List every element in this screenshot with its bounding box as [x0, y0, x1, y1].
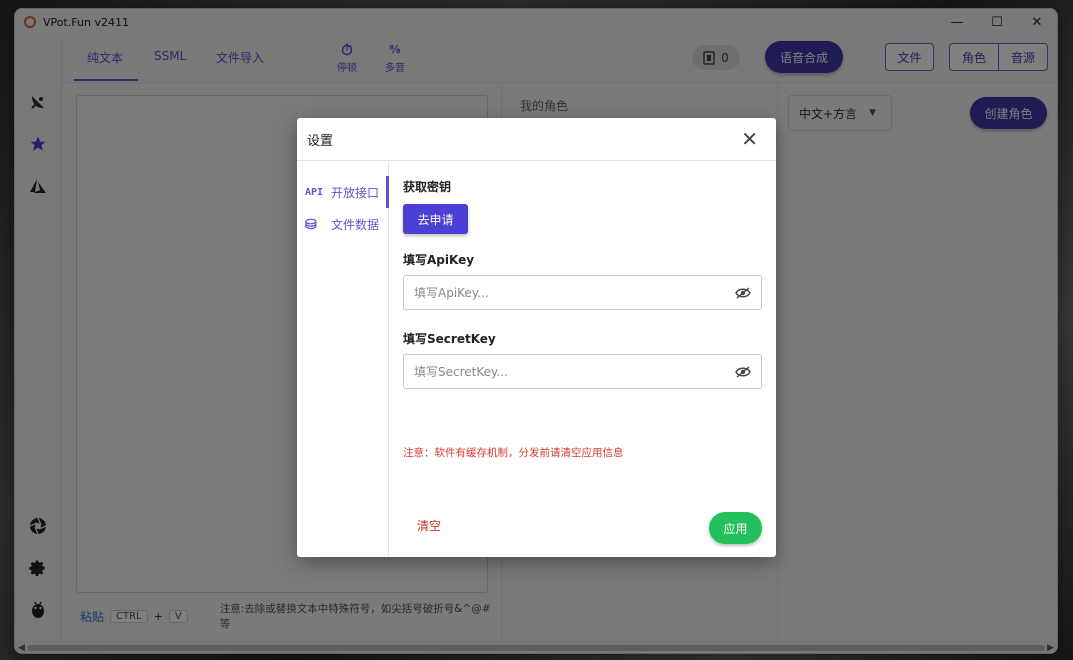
apikey-input[interactable]	[414, 285, 735, 300]
sidebar-item-label: 开放接口	[331, 186, 380, 200]
close-icon[interactable]: ✕	[741, 128, 758, 150]
get-key-label: 获取密钥	[403, 180, 452, 194]
settings-sidebar: API 开放接口 ⛁ 文件数据	[297, 162, 389, 557]
api-icon: API	[305, 187, 324, 198]
settings-content: 获取密钥 去申请 填写ApiKey 填写SecretKey 注意：软件有缓存机制…	[403, 162, 762, 557]
secretkey-field	[403, 354, 762, 389]
cache-warning-text: 注意：软件有缓存机制，分发前请清空应用信息	[403, 447, 624, 459]
apikey-field	[403, 275, 762, 310]
eye-off-icon[interactable]	[735, 364, 751, 380]
clear-button[interactable]: 清空	[417, 517, 441, 534]
secretkey-input[interactable]	[414, 364, 735, 379]
eye-off-icon[interactable]	[735, 285, 751, 301]
apikey-label: 填写ApiKey	[403, 253, 475, 267]
database-settings-icon: ⛁	[305, 216, 317, 233]
active-sidebar-indicator	[386, 176, 389, 208]
secretkey-label: 填写SecretKey	[403, 332, 496, 346]
settings-dialog-header: 设置	[297, 118, 776, 161]
sidebar-item-open-api[interactable]: API 开放接口	[305, 184, 379, 201]
settings-dialog-title: 设置	[307, 133, 334, 149]
apply-for-key-button[interactable]: 去申请	[403, 204, 468, 234]
sidebar-item-label: 文件数据	[331, 218, 380, 232]
settings-dialog: 设置 ✕ API 开放接口 ⛁ 文件数据 获取密钥 去申请 填写ApiKey 填…	[297, 118, 776, 557]
sidebar-item-file-data[interactable]: ⛁ 文件数据	[305, 216, 379, 233]
apply-button[interactable]: 应用	[709, 512, 762, 544]
